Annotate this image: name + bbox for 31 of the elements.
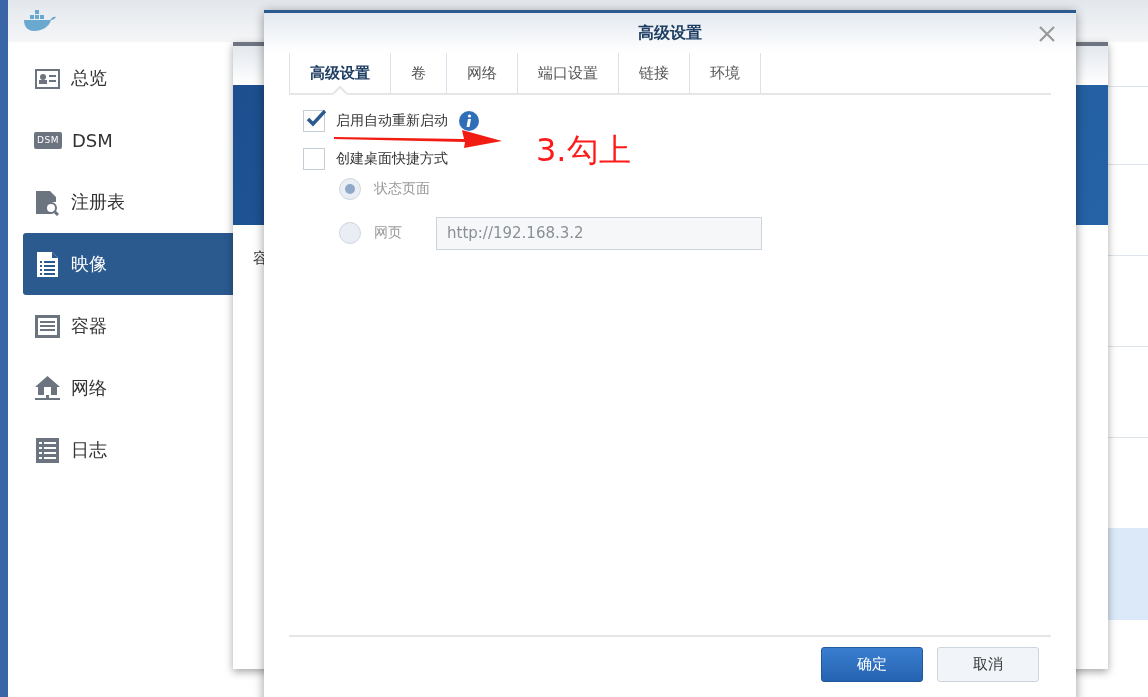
dialog-title: 高级设置 [638,22,702,44]
list-icon [34,436,61,464]
annotation-text: 3.勾上 [536,130,631,171]
tab[interactable]: 卷 [391,53,447,93]
checkbox-label: 启用自动重新启动 [336,112,448,130]
sidebar-item[interactable]: DSM DSM [23,109,233,171]
sidebar-item[interactable]: 映像 [23,233,233,295]
tab[interactable]: 链接 [619,53,690,93]
sidebar-item[interactable]: 容器 [23,295,233,357]
sidebar-item[interactable]: 日志 [23,419,233,481]
checkbox[interactable] [303,110,325,132]
confirm-button[interactable]: 确定 [821,647,923,682]
dsm-badge-icon: DSM [34,131,62,149]
sidebar-item[interactable]: 总览 [23,47,233,109]
tab[interactable]: 网络 [447,53,518,93]
document-search-icon [34,188,61,216]
radio-label: 网页 [374,224,403,242]
cancel-button[interactable]: 取消 [937,647,1039,682]
info-icon[interactable] [459,111,479,131]
sidebar-item[interactable]: 网络 [23,357,233,419]
document-list-icon [34,250,61,278]
checkbox-label: 创建桌面快捷方式 [336,150,448,168]
radio-label: 状态页面 [374,180,431,198]
close-button[interactable] [1038,25,1056,43]
tab[interactable]: 端口设置 [518,53,619,93]
whale-logo-icon [22,10,56,32]
container-icon [34,312,61,340]
house-network-icon [34,374,61,402]
checkbox[interactable] [303,148,325,170]
tab[interactable]: 环境 [690,53,761,93]
sidebar-item[interactable]: 注册表 [23,171,233,233]
